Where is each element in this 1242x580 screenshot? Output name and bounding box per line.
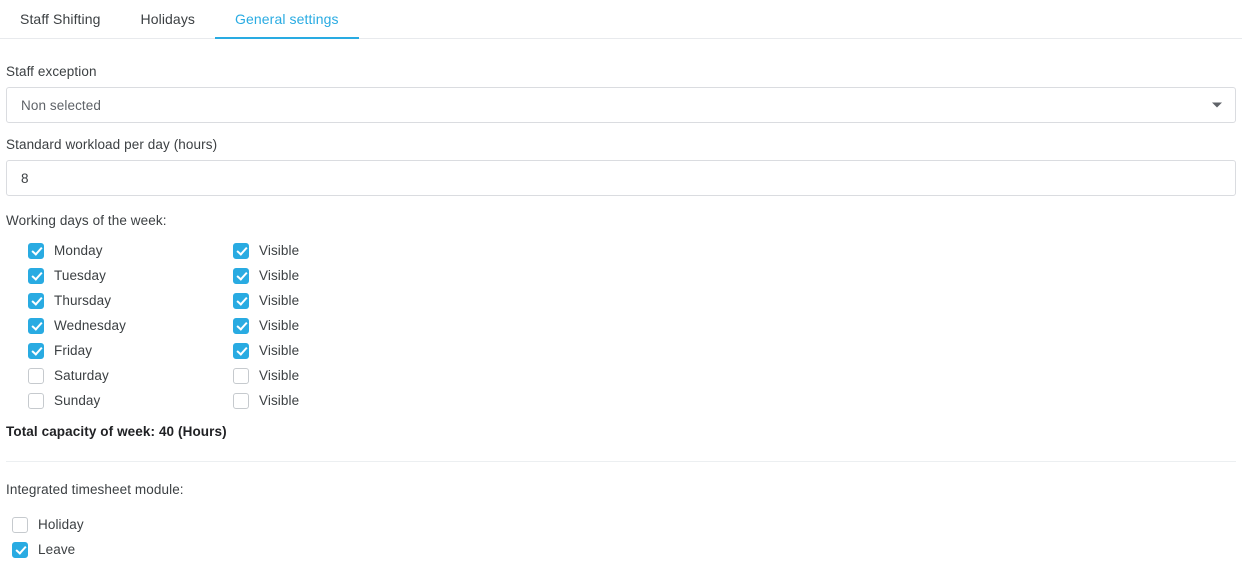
checkbox-icon xyxy=(28,367,44,384)
working-days-grid: Monday Visible Tuesday Visible Thursday … xyxy=(6,238,1236,413)
staff-exception-select-wrap: Non selected xyxy=(6,87,1236,123)
checkbox-icon xyxy=(28,342,44,359)
visible-label: Visible xyxy=(259,268,300,283)
checkbox-icon xyxy=(233,342,249,359)
day-row: Thursday Visible xyxy=(6,288,1236,313)
timesheet-item-label: Holiday xyxy=(38,517,84,532)
visible-checkbox-wednesday[interactable]: Visible xyxy=(233,317,300,334)
tab-bar: Staff Shifting Holidays General settings xyxy=(0,0,1242,39)
checkbox-icon xyxy=(12,516,28,533)
day-label: Saturday xyxy=(54,368,109,383)
checkbox-icon xyxy=(28,267,44,284)
visible-checkbox-sunday[interactable]: Visible xyxy=(233,392,300,409)
day-row: Friday Visible xyxy=(6,338,1236,363)
checkbox-icon xyxy=(233,317,249,334)
day-row: Monday Visible xyxy=(6,238,1236,263)
timesheet-label: Integrated timesheet module: xyxy=(6,482,184,497)
workload-label: Standard workload per day (hours) xyxy=(6,137,218,152)
visible-checkbox-monday[interactable]: Visible xyxy=(233,242,300,259)
tab-staff-shifting[interactable]: Staff Shifting xyxy=(0,0,121,39)
timesheet-row: Holiday xyxy=(6,512,1236,537)
day-checkbox-tuesday[interactable]: Tuesday xyxy=(28,267,106,284)
visible-checkbox-thursday[interactable]: Visible xyxy=(233,292,300,309)
workload-value: 8 xyxy=(21,170,29,186)
day-checkbox-sunday[interactable]: Sunday xyxy=(28,392,101,409)
visible-label: Visible xyxy=(259,343,300,358)
timesheet-checkbox-holiday[interactable]: Holiday xyxy=(12,516,84,533)
workload-input[interactable]: 8 xyxy=(6,160,1236,196)
visible-label: Visible xyxy=(259,293,300,308)
general-settings-page: Staff Shifting Holidays General settings… xyxy=(0,0,1242,580)
day-row: Wednesday Visible xyxy=(6,313,1236,338)
day-checkbox-saturday[interactable]: Saturday xyxy=(28,367,109,384)
total-capacity-text: Total capacity of week: 40 (Hours) xyxy=(6,424,227,439)
staff-exception-value: Non selected xyxy=(21,97,101,113)
day-label: Sunday xyxy=(54,393,101,408)
staff-exception-label: Staff exception xyxy=(6,64,97,79)
day-row: Tuesday Visible xyxy=(6,263,1236,288)
tab-label: General settings xyxy=(235,10,339,27)
checkbox-icon xyxy=(12,541,28,558)
checkbox-icon xyxy=(28,242,44,259)
visible-checkbox-friday[interactable]: Visible xyxy=(233,342,300,359)
day-checkbox-thursday[interactable]: Thursday xyxy=(28,292,112,309)
staff-exception-select[interactable]: Non selected xyxy=(6,87,1236,123)
visible-label: Visible xyxy=(259,318,300,333)
tab-label: Staff Shifting xyxy=(20,10,101,27)
visible-checkbox-saturday[interactable]: Visible xyxy=(233,367,300,384)
day-label: Wednesday xyxy=(54,318,126,333)
checkbox-icon xyxy=(28,392,44,409)
checkbox-icon xyxy=(233,242,249,259)
checkbox-icon xyxy=(233,292,249,309)
timesheet-section: Integrated timesheet module: Holiday Lea… xyxy=(0,462,1242,562)
visible-label: Visible xyxy=(259,243,300,258)
day-checkbox-monday[interactable]: Monday xyxy=(28,242,103,259)
day-row: Saturday Visible xyxy=(6,363,1236,388)
visible-label: Visible xyxy=(259,368,300,383)
settings-content: Staff exception Non selected Standard wo… xyxy=(0,39,1242,439)
checkbox-icon xyxy=(28,292,44,309)
timesheet-checkbox-leave[interactable]: Leave xyxy=(12,541,76,558)
tab-general-settings[interactable]: General settings xyxy=(215,0,359,39)
day-label: Monday xyxy=(54,243,103,258)
day-label: Friday xyxy=(54,343,93,358)
checkbox-icon xyxy=(233,392,249,409)
working-days-label: Working days of the week: xyxy=(6,213,167,228)
day-checkbox-wednesday[interactable]: Wednesday xyxy=(28,317,126,334)
checkbox-icon xyxy=(233,267,249,284)
tab-holidays[interactable]: Holidays xyxy=(121,0,216,39)
day-label: Tuesday xyxy=(54,268,106,283)
visible-label: Visible xyxy=(259,393,300,408)
day-label: Thursday xyxy=(54,293,112,308)
timesheet-row: Leave xyxy=(6,537,1236,562)
checkbox-icon xyxy=(28,317,44,334)
visible-checkbox-tuesday[interactable]: Visible xyxy=(233,267,300,284)
timesheet-item-label: Leave xyxy=(38,542,76,557)
day-row: Sunday Visible xyxy=(6,388,1236,413)
tab-label: Holidays xyxy=(140,10,196,27)
checkbox-icon xyxy=(233,367,249,384)
day-checkbox-friday[interactable]: Friday xyxy=(28,342,93,359)
